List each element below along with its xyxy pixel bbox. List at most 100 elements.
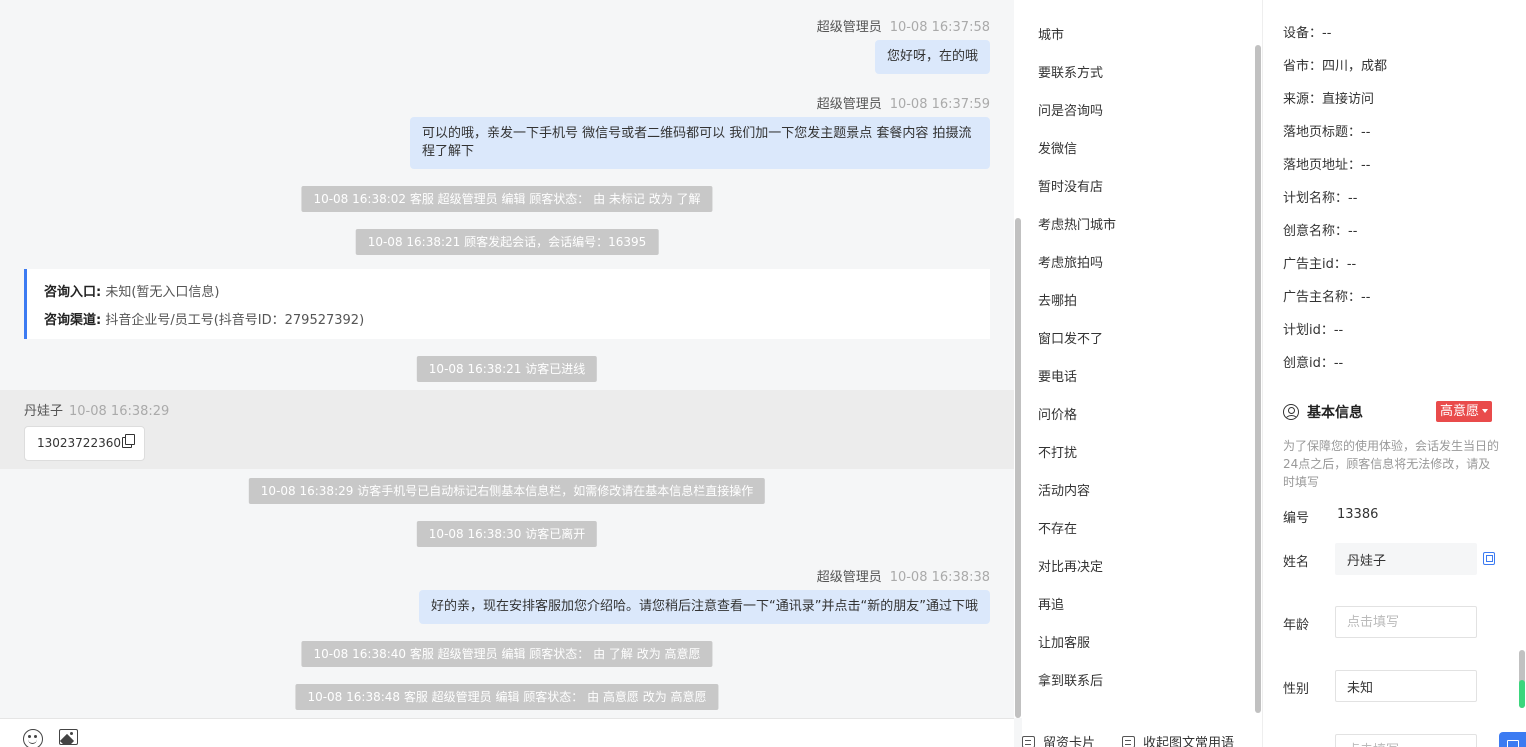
quick-reply-item[interactable]: 不打扰	[1038, 442, 1077, 461]
quick-reply-item[interactable]: 要电话	[1038, 366, 1077, 385]
id-label: 编号	[1283, 511, 1310, 526]
channel-label: 咨询渠道:	[44, 313, 102, 328]
system-notice: 10-08 16:38:02 客服 超级管理员 编辑 顾客状态： 由 未标记 改…	[301, 186, 713, 212]
edit-icon[interactable]	[1483, 552, 1495, 565]
caret-down-icon	[1482, 409, 1489, 413]
age-field[interactable]	[1335, 606, 1477, 638]
quick-reply-item[interactable]: 活动内容	[1038, 480, 1090, 499]
info-source: 来源：直接访问	[1283, 92, 1375, 107]
message-time: 10-08 16:38:29	[69, 404, 170, 419]
basic-info-title: 基本信息	[1307, 405, 1363, 421]
entry-row: 咨询入口: 未知(暂无入口信息)	[44, 279, 990, 307]
emoji-icon[interactable]	[23, 729, 43, 747]
quick-reply-item[interactable]: 拿到联系后	[1038, 670, 1103, 689]
sender-name: 超级管理员	[816, 570, 882, 585]
quick-reply-item[interactable]: 问是咨询吗	[1038, 100, 1103, 119]
message-meta: 超级管理员 10-08 16:37:59	[817, 93, 990, 112]
info-landing-url: 落地页地址：--	[1283, 158, 1371, 173]
scrollbar-thumb[interactable]	[1255, 45, 1261, 713]
quick-reply-item[interactable]: 考虑热门城市	[1038, 214, 1116, 233]
scrollbar-progress	[1519, 680, 1525, 708]
gender-label: 性别	[1283, 682, 1310, 697]
channel-value: 抖音企业号/员工号(抖音号ID：279527392)	[105, 313, 365, 328]
agent-message: 可以的哦，亲发一下手机号 微信号或者二维码都可以 我们加一下您发主题景点 套餐内…	[410, 117, 990, 169]
quick-reply-item[interactable]: 不存在	[1038, 518, 1077, 537]
user-icon	[1283, 404, 1299, 420]
quick-reply-scrollbar[interactable]	[1254, 0, 1262, 747]
visitor-message-row: 丹娃子 10-08 16:38:29 13023722360	[0, 390, 1014, 469]
quick-reply-item[interactable]: 问价格	[1038, 404, 1077, 423]
info-region: 省市：四川，成都	[1283, 59, 1388, 74]
quick-reply-footer: 留资卡片 收起图文常用语	[1022, 718, 1254, 747]
system-notice: 10-08 16:38:30 访客已离开	[416, 521, 598, 547]
collapse-phrases-button[interactable]: 收起图文常用语	[1122, 732, 1234, 747]
quick-reply-item[interactable]: 暂时没有店	[1038, 176, 1103, 195]
quick-reply-item[interactable]: 考虑旅拍吗	[1038, 252, 1103, 271]
message-meta: 超级管理员 10-08 16:38:38	[817, 566, 990, 585]
message-time: 10-08 16:37:58	[889, 20, 990, 35]
info-advertiser-name: 广告主名称：--	[1283, 290, 1371, 305]
quick-reply-item[interactable]: 对比再决定	[1038, 556, 1103, 575]
quick-reply-item[interactable]: 要联系方式	[1038, 62, 1103, 81]
system-notice: 10-08 16:38:48 客服 超级管理员 编辑 顾客状态： 由 高意愿 改…	[295, 684, 719, 710]
consult-entry-card: 咨询入口: 未知(暂无入口信息) 咨询渠道: 抖音企业号/员工号(抖音号ID：2…	[24, 269, 990, 339]
visitor-message: 13023722360	[24, 426, 145, 461]
chat-area: 超级管理员 10-08 16:37:58 您好呀，在的哦 超级管理员 10-08 1…	[0, 0, 1014, 718]
lead-card-button[interactable]: 留资卡片	[1022, 732, 1095, 747]
phone-number: 13023722360	[37, 436, 121, 450]
message-line: 可以的哦，亲发一下手机号 微信号或者二维码都可以 我们加一下您发主题景点 套餐内…	[422, 126, 972, 141]
visitor-name: 丹娃子	[24, 404, 64, 419]
edit-notice: 为了保障您的使用体验，会话发生当日的24点之后，顾客信息将无法修改，请及时填写	[1283, 439, 1500, 489]
visitor-info-panel: 设备：-- 省市：四川，成都 来源：直接访问 落地页标题：-- 落地页地址：--…	[1262, 0, 1518, 747]
info-creative-name: 创意名称：--	[1283, 224, 1358, 239]
quick-reply-item[interactable]: 城市	[1038, 24, 1064, 43]
system-notice: 10-08 16:38:21 顾客发起会话，会话编号：16395	[355, 229, 659, 255]
card-icon	[1022, 736, 1035, 747]
agent-message: 您好呀，在的哦	[874, 40, 990, 74]
quick-reply-item[interactable]: 让加客服	[1038, 632, 1090, 651]
intent-status-dropdown[interactable]: 高意愿	[1436, 401, 1493, 422]
agent-message: 好的亲，现在安排客服加您介绍哈。请您稍后注意查看一下“通讯录”并点击“新的朋友”…	[419, 590, 990, 624]
entry-label: 咨询入口:	[44, 285, 102, 300]
message-time: 10-08 16:37:59	[889, 97, 990, 112]
lead-card-label: 留资卡片	[1043, 736, 1096, 747]
chat-scrollbar[interactable]	[1014, 0, 1022, 718]
collapse-icon	[1122, 736, 1135, 747]
info-advertiser-id: 广告主id：--	[1283, 257, 1357, 272]
message-time: 10-08 16:38:38	[889, 570, 990, 585]
scrollbar-thumb[interactable]	[1015, 218, 1021, 718]
quick-reply-list: 城市 要联系方式 问是咨询吗 发微信 暂时没有店 考虑热门城市 考虑旅拍吗 去哪…	[1022, 0, 1254, 718]
copy-icon[interactable]	[121, 434, 135, 448]
info-device: 设备：--	[1283, 26, 1332, 41]
image-icon[interactable]	[59, 729, 78, 745]
quick-reply-item[interactable]: 窗口发不了	[1038, 328, 1103, 347]
intent-status-label: 高意愿	[1440, 404, 1480, 419]
message-meta: 丹娃子 10-08 16:38:29	[24, 400, 169, 419]
info-plan-id: 计划id：--	[1283, 323, 1344, 338]
extra-field[interactable]	[1335, 734, 1477, 747]
gender-field[interactable]	[1335, 670, 1477, 702]
basic-info-heading: 基本信息	[1283, 402, 1363, 422]
info-scrollbar[interactable]	[1518, 0, 1526, 747]
name-label: 姓名	[1283, 555, 1310, 570]
entry-value: 未知(暂无入口信息)	[105, 285, 220, 300]
quick-reply-item[interactable]: 去哪拍	[1038, 290, 1077, 309]
system-notice: 10-08 16:38:29 访客手机号已自动标记右侧基本信息栏，如需修改请在基…	[248, 478, 766, 504]
input-toolbar	[0, 718, 1014, 747]
message-meta: 超级管理员 10-08 16:37:58	[817, 16, 990, 35]
sender-name: 超级管理员	[816, 20, 882, 35]
quick-reply-item[interactable]: 发微信	[1038, 138, 1077, 157]
quick-reply-item[interactable]: 再追	[1038, 594, 1064, 613]
system-notice: 10-08 16:38:40 客服 超级管理员 编辑 顾客状态： 由 了解 改为…	[301, 641, 713, 667]
info-landing-title: 落地页标题：--	[1283, 125, 1371, 140]
name-field[interactable]	[1335, 543, 1477, 575]
channel-row: 咨询渠道: 抖音企业号/员工号(抖音号ID：279527392)	[44, 307, 990, 335]
info-creative-id: 创意id：--	[1283, 356, 1344, 371]
info-plan-name: 计划名称：--	[1283, 191, 1358, 206]
chat-float-button[interactable]	[1499, 732, 1526, 747]
collapse-phrases-label: 收起图文常用语	[1143, 736, 1235, 747]
message-line: 程了解下	[422, 144, 475, 159]
system-notice: 10-08 16:38:21 访客已进线	[416, 356, 598, 382]
sender-name: 超级管理员	[816, 97, 882, 112]
id-value: 13386	[1337, 507, 1379, 522]
